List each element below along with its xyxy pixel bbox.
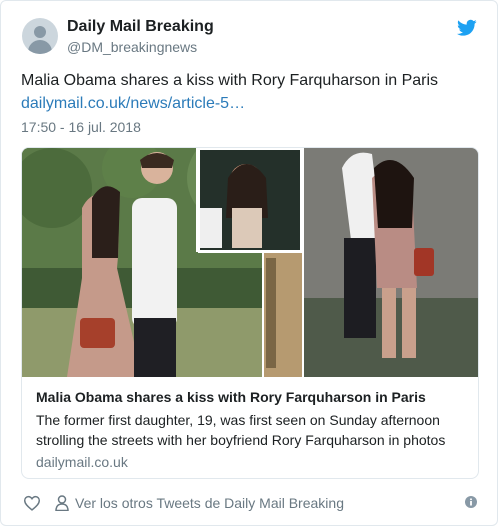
- embedded-tweet: Daily Mail Breaking @DM_breakingnews Mal…: [0, 0, 498, 526]
- card-description: The former first daughter, 19, was first…: [36, 412, 446, 448]
- info-icon[interactable]: [465, 496, 477, 508]
- person-icon: [55, 495, 69, 511]
- more-tweets-link[interactable]: Ver los otros Tweets de Daily Mail Break…: [75, 495, 344, 511]
- author-handle[interactable]: @DM_breakingnews: [67, 39, 197, 55]
- tweet-text: Malia Obama shares a kiss with Rory Farq…: [21, 72, 439, 89]
- card-image[interactable]: [22, 148, 478, 377]
- link-card[interactable]: Malia Obama shares a kiss with Rory Farq…: [21, 147, 479, 479]
- avatar-head: [34, 26, 46, 38]
- twitter-bird-icon[interactable]: [457, 19, 477, 37]
- card-title[interactable]: Malia Obama shares a kiss with Rory Farq…: [36, 389, 426, 405]
- card-domain: dailymail.co.uk: [36, 454, 128, 470]
- author-name[interactable]: Daily Mail Breaking: [67, 18, 214, 36]
- heart-icon[interactable]: [23, 495, 41, 511]
- tweet-timestamp[interactable]: 17:50 - 16 jul. 2018: [21, 119, 141, 135]
- avatar[interactable]: [22, 18, 58, 54]
- avatar-body: [28, 40, 52, 54]
- tweet-link[interactable]: dailymail.co.uk/news/article-5…: [21, 95, 245, 113]
